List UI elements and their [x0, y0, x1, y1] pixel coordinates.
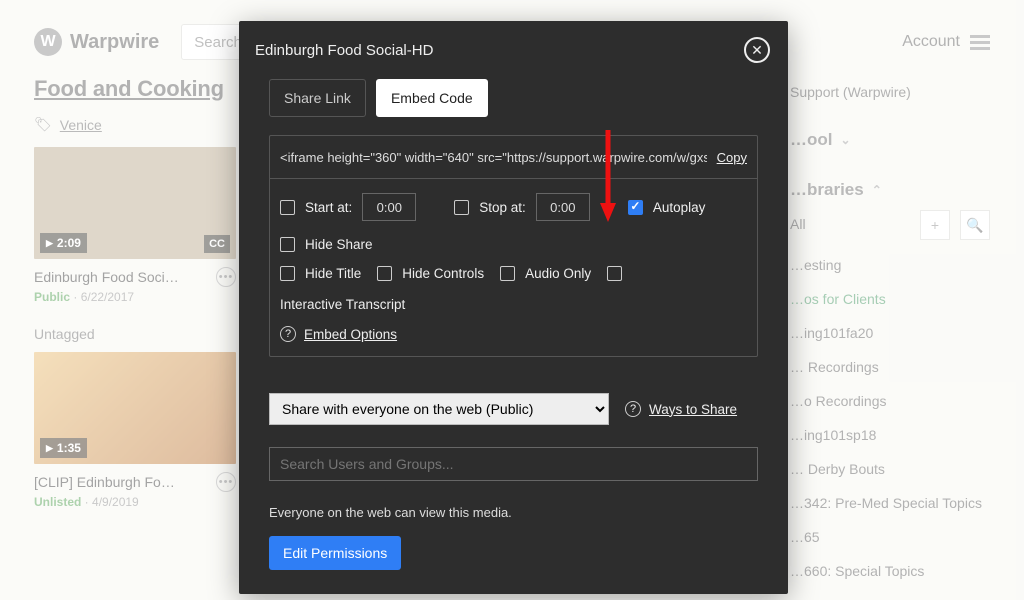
list-item[interactable]: …esting	[790, 248, 990, 282]
close-button[interactable]: ✕	[744, 37, 770, 63]
video-meta: Unlisted · 4/9/2019	[34, 495, 236, 509]
start-at-label: Start at:	[305, 200, 352, 215]
duration-badge: 1:35	[40, 438, 87, 458]
hide-controls-checkbox[interactable]	[377, 266, 392, 281]
hide-share-checkbox[interactable]	[280, 237, 295, 252]
hamburger-icon	[970, 35, 990, 50]
list-item[interactable]: …os for Clients	[790, 282, 990, 316]
list-item[interactable]: …ing101sp18	[790, 418, 990, 452]
library-list: …esting …os for Clients …ing101fa20 … Re…	[790, 248, 990, 588]
sidebar-section-school[interactable]: …ool ⌄	[790, 130, 990, 150]
tab-share-link[interactable]: Share Link	[269, 79, 366, 117]
share-visibility-select[interactable]: Share with everyone on the web (Public)	[269, 393, 609, 425]
interactive-transcript-label: Interactive Transcript	[280, 297, 405, 312]
visibility-badge: Unlisted	[34, 495, 81, 509]
chevron-up-icon: ⌃	[872, 183, 882, 197]
audio-only-checkbox[interactable]	[500, 266, 515, 281]
stop-at-label: Stop at:	[479, 200, 526, 215]
more-icon[interactable]: •••	[216, 267, 236, 287]
duration-badge: 2:09	[40, 233, 87, 253]
hide-title-checkbox[interactable]	[280, 266, 295, 281]
embed-panel: Copy Start at: Stop at: Autoplay Hide	[269, 135, 758, 357]
list-item[interactable]: …342: Pre-Med Special Topics	[790, 486, 990, 520]
list-item[interactable]: …65	[790, 520, 990, 554]
modal-title: Edinburgh Food Social-HD	[255, 42, 433, 59]
stop-at-checkbox[interactable]	[454, 200, 469, 215]
list-item[interactable]: …ing101fa20	[790, 316, 990, 350]
hide-share-label: Hide Share	[305, 237, 373, 252]
interactive-transcript-checkbox[interactable]	[607, 266, 622, 281]
all-label[interactable]: All	[790, 210, 806, 240]
audio-only-label: Audio Only	[525, 266, 591, 281]
autoplay-checkbox[interactable]	[628, 200, 643, 215]
breadcrumb[interactable]: Support (Warpwire)	[790, 84, 990, 100]
video-thumbnail[interactable]: 1:35	[34, 352, 236, 464]
ways-to-share: ? Ways to Share	[625, 401, 737, 417]
video-date: 4/9/2019	[92, 495, 139, 509]
start-at-input[interactable]	[362, 193, 416, 221]
sidebar-section-libraries[interactable]: …braries ⌃	[790, 180, 990, 200]
tab-embed-code[interactable]: Embed Code	[376, 79, 488, 117]
video-meta: Public · 6/22/2017	[34, 290, 236, 304]
hide-controls-label: Hide Controls	[402, 266, 484, 281]
video-title: [CLIP] Edinburgh Fo…	[34, 474, 210, 490]
ways-to-share-link[interactable]: Ways to Share	[649, 402, 737, 417]
list-item[interactable]: … Derby Bouts	[790, 452, 990, 486]
start-at-checkbox[interactable]	[280, 200, 295, 215]
cc-badge: CC	[204, 235, 230, 253]
brand-mark-icon: W	[34, 28, 62, 56]
copy-button[interactable]: Copy	[717, 150, 747, 165]
embed-code-input[interactable]	[280, 142, 707, 172]
add-library-button[interactable]: +	[920, 210, 950, 240]
brand-name: Warpwire	[70, 31, 159, 54]
video-card[interactable]: 1:35 [CLIP] Edinburgh Fo… ••• Unlisted ·…	[34, 352, 236, 509]
account-menu[interactable]: Account	[902, 33, 990, 51]
list-item[interactable]: … Recordings	[790, 350, 990, 384]
help-icon[interactable]: ?	[280, 326, 296, 342]
edit-permissions-button[interactable]: Edit Permissions	[269, 536, 401, 570]
video-date: 6/22/2017	[81, 290, 134, 304]
stop-at-input[interactable]	[536, 193, 590, 221]
video-thumbnail[interactable]: 2:09 CC	[34, 147, 236, 259]
tag-icon: 🏷	[34, 116, 52, 133]
help-icon[interactable]: ?	[625, 401, 641, 417]
search-libraries-button[interactable]: 🔍	[960, 210, 990, 240]
embed-options-link[interactable]: Embed Options	[304, 327, 397, 342]
close-icon: ✕	[751, 42, 763, 59]
autoplay-label: Autoplay	[653, 200, 706, 215]
video-title: Edinburgh Food Soci…	[34, 269, 210, 285]
chevron-down-icon: ⌄	[841, 133, 851, 147]
permissions-text: Everyone on the web can view this media.	[269, 505, 758, 520]
share-embed-modal: Edinburgh Food Social-HD ✕ Share Link Em…	[239, 21, 788, 594]
hide-title-label: Hide Title	[305, 266, 361, 281]
tag-link[interactable]: Venice	[60, 117, 102, 133]
sidebar: Support (Warpwire) …ool ⌄ …braries ⌃ All…	[790, 76, 990, 588]
list-item[interactable]: …o Recordings	[790, 384, 990, 418]
share-tabs: Share Link Embed Code	[269, 79, 758, 117]
account-label: Account	[902, 33, 960, 51]
more-icon[interactable]: •••	[216, 472, 236, 492]
search-users-groups-input[interactable]	[269, 447, 758, 481]
brand-logo[interactable]: W Warpwire	[34, 28, 159, 56]
video-card[interactable]: 2:09 CC Edinburgh Food Soci… ••• Public …	[34, 147, 236, 304]
visibility-badge: Public	[34, 290, 70, 304]
list-item[interactable]: …660: Special Topics	[790, 554, 990, 588]
